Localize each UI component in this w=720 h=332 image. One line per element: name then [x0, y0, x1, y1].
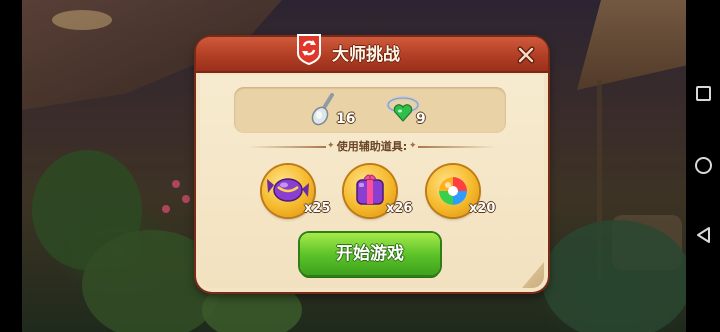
challenge-badge-icon — [296, 33, 322, 66]
close-icon[interactable] — [514, 43, 538, 67]
dialog-title: 大师挑战 — [332, 45, 400, 65]
booster-quantity: x26 — [386, 201, 413, 216]
spoon-stat: 16 — [310, 91, 360, 129]
recents-button-icon[interactable] — [696, 86, 711, 101]
back-button-icon[interactable] — [695, 226, 713, 244]
home-button-icon[interactable] — [695, 157, 712, 174]
booster-quantity: x20 — [469, 201, 496, 216]
page-fold-corner — [522, 262, 544, 288]
ring-stat: 9 — [384, 91, 444, 129]
plant-bush — [542, 220, 686, 332]
light-glow — [52, 10, 112, 30]
flower-decoration — [182, 195, 190, 203]
stats-panel: 16 9 — [234, 87, 506, 133]
start-game-label: 开始游戏 — [336, 244, 404, 264]
booster-quantity: x25 — [304, 201, 331, 216]
spoon-count: 16 — [336, 111, 356, 127]
system-navigation-bar — [686, 0, 720, 332]
master-challenge-dialog: 大师挑战 16 9 ✦ 使用辅助道具: ✦ x25 x26 x20 开始游戏 — [196, 34, 548, 292]
booster-purple-candy[interactable]: x25 — [260, 165, 340, 221]
booster-wrapped-candy[interactable]: x26 — [342, 165, 422, 221]
straw-umbrella — [577, 0, 686, 90]
flower-decoration — [172, 180, 180, 188]
divider-line — [418, 146, 496, 148]
star-icon: ✦ — [409, 141, 417, 151]
start-game-button[interactable]: 开始游戏 — [300, 233, 440, 275]
ring-count: 9 — [416, 111, 426, 127]
booster-rainbow-ball[interactable]: x20 — [425, 165, 505, 221]
flower-decoration — [162, 205, 170, 213]
